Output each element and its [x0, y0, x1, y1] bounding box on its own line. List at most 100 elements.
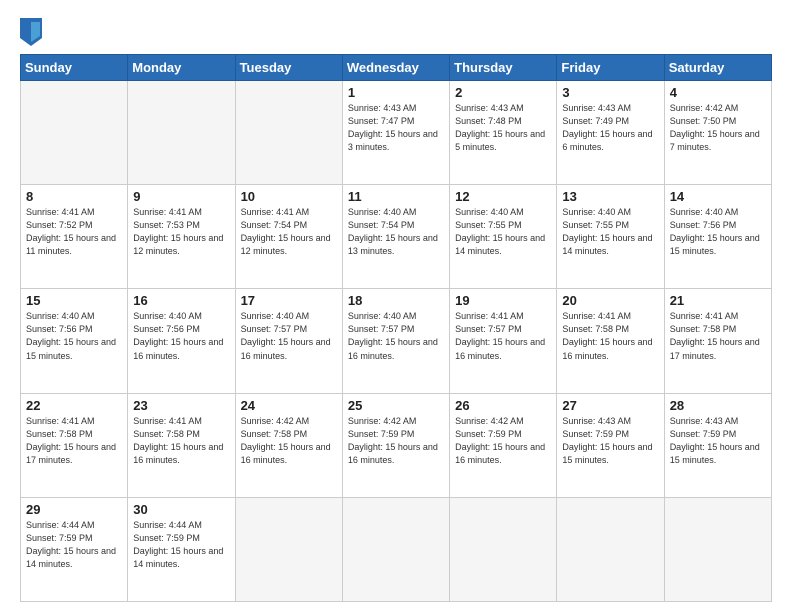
calendar-cell: 8 Sunrise: 4:41 AMSunset: 7:52 PMDaylight…: [21, 185, 128, 289]
day-number: 10: [241, 189, 337, 204]
calendar-cell: [21, 81, 128, 185]
calendar-header-friday: Friday: [557, 55, 664, 81]
day-info: Sunrise: 4:40 AMSunset: 7:56 PMDaylight:…: [26, 310, 122, 362]
day-number: 17: [241, 293, 337, 308]
calendar-cell: 19 Sunrise: 4:41 AMSunset: 7:57 PMDayligh…: [450, 289, 557, 393]
day-info: Sunrise: 4:41 AMSunset: 7:53 PMDaylight:…: [133, 206, 229, 258]
calendar-header-tuesday: Tuesday: [235, 55, 342, 81]
day-number: 25: [348, 398, 444, 413]
calendar-cell: 2 Sunrise: 4:43 AMSunset: 7:48 PMDaylight…: [450, 81, 557, 185]
calendar-cell: 1 Sunrise: 4:43 AMSunset: 7:47 PMDaylight…: [342, 81, 449, 185]
day-info: Sunrise: 4:42 AMSunset: 7:50 PMDaylight:…: [670, 102, 766, 154]
day-info: Sunrise: 4:43 AMSunset: 7:49 PMDaylight:…: [562, 102, 658, 154]
calendar-header-thursday: Thursday: [450, 55, 557, 81]
day-info: Sunrise: 4:44 AMSunset: 7:59 PMDaylight:…: [133, 519, 229, 571]
day-number: 9: [133, 189, 229, 204]
day-info: Sunrise: 4:40 AMSunset: 7:57 PMDaylight:…: [348, 310, 444, 362]
calendar-cell: 13 Sunrise: 4:40 AMSunset: 7:55 PMDayligh…: [557, 185, 664, 289]
calendar-cell: 24 Sunrise: 4:42 AMSunset: 7:58 PMDayligh…: [235, 393, 342, 497]
day-number: 14: [670, 189, 766, 204]
day-number: 23: [133, 398, 229, 413]
day-info: Sunrise: 4:41 AMSunset: 7:58 PMDaylight:…: [562, 310, 658, 362]
day-number: 30: [133, 502, 229, 517]
day-number: 15: [26, 293, 122, 308]
day-number: 21: [670, 293, 766, 308]
calendar-cell: 4 Sunrise: 4:42 AMSunset: 7:50 PMDaylight…: [664, 81, 771, 185]
day-number: 8: [26, 189, 122, 204]
calendar-cell: [450, 497, 557, 601]
calendar-week-0: 1 Sunrise: 4:43 AMSunset: 7:47 PMDaylight…: [21, 81, 772, 185]
day-info: Sunrise: 4:40 AMSunset: 7:57 PMDaylight:…: [241, 310, 337, 362]
header: [20, 18, 772, 46]
calendar-header-sunday: Sunday: [21, 55, 128, 81]
calendar-cell: [342, 497, 449, 601]
day-number: 3: [562, 85, 658, 100]
calendar-cell: 14 Sunrise: 4:40 AMSunset: 7:56 PMDayligh…: [664, 185, 771, 289]
calendar-cell: 29 Sunrise: 4:44 AMSunset: 7:59 PMDayligh…: [21, 497, 128, 601]
day-info: Sunrise: 4:42 AMSunset: 7:59 PMDaylight:…: [348, 415, 444, 467]
day-number: 22: [26, 398, 122, 413]
calendar-cell: 15 Sunrise: 4:40 AMSunset: 7:56 PMDayligh…: [21, 289, 128, 393]
calendar-cell: 9 Sunrise: 4:41 AMSunset: 7:53 PMDaylight…: [128, 185, 235, 289]
calendar-cell: [235, 497, 342, 601]
day-info: Sunrise: 4:40 AMSunset: 7:55 PMDaylight:…: [455, 206, 551, 258]
day-info: Sunrise: 4:40 AMSunset: 7:56 PMDaylight:…: [670, 206, 766, 258]
calendar-cell: 18 Sunrise: 4:40 AMSunset: 7:57 PMDayligh…: [342, 289, 449, 393]
calendar-cell: [128, 81, 235, 185]
day-number: 20: [562, 293, 658, 308]
day-info: Sunrise: 4:40 AMSunset: 7:54 PMDaylight:…: [348, 206, 444, 258]
calendar-cell: 21Sunrise: 4:41 AMSunset: 7:58 PMDayligh…: [664, 289, 771, 393]
calendar-cell: 11 Sunrise: 4:40 AMSunset: 7:54 PMDayligh…: [342, 185, 449, 289]
day-number: 28: [670, 398, 766, 413]
calendar-cell: 16 Sunrise: 4:40 AMSunset: 7:56 PMDayligh…: [128, 289, 235, 393]
day-info: Sunrise: 4:41 AMSunset: 7:57 PMDaylight:…: [455, 310, 551, 362]
logo: [20, 18, 46, 46]
calendar-cell: 12 Sunrise: 4:40 AMSunset: 7:55 PMDayligh…: [450, 185, 557, 289]
calendar-cell: [235, 81, 342, 185]
calendar-cell: 26Sunrise: 4:42 AMSunset: 7:59 PMDayligh…: [450, 393, 557, 497]
day-number: 29: [26, 502, 122, 517]
day-number: 19: [455, 293, 551, 308]
day-number: 11: [348, 189, 444, 204]
calendar-cell: 30 Sunrise: 4:44 AMSunset: 7:59 PMDayligh…: [128, 497, 235, 601]
calendar-cell: 10Sunrise: 4:41 AMSunset: 7:54 PMDayligh…: [235, 185, 342, 289]
day-number: 1: [348, 85, 444, 100]
day-info: Sunrise: 4:40 AMSunset: 7:55 PMDaylight:…: [562, 206, 658, 258]
day-info: Sunrise: 4:44 AMSunset: 7:59 PMDaylight:…: [26, 519, 122, 571]
calendar-cell: 27 Sunrise: 4:43 AMSunset: 7:59 PMDayligh…: [557, 393, 664, 497]
page: SundayMondayTuesdayWednesdayThursdayFrid…: [0, 0, 792, 612]
day-number: 4: [670, 85, 766, 100]
day-number: 24: [241, 398, 337, 413]
day-number: 13: [562, 189, 658, 204]
calendar-cell: 25 Sunrise: 4:42 AMSunset: 7:59 PMDayligh…: [342, 393, 449, 497]
day-info: Sunrise: 4:41 AMSunset: 7:52 PMDaylight:…: [26, 206, 122, 258]
header-row: SundayMondayTuesdayWednesdayThursdayFrid…: [21, 55, 772, 81]
logo-icon: [20, 18, 42, 46]
day-info: Sunrise: 4:42 AMSunset: 7:58 PMDaylight:…: [241, 415, 337, 467]
calendar-table: SundayMondayTuesdayWednesdayThursdayFrid…: [20, 54, 772, 602]
calendar-header-saturday: Saturday: [664, 55, 771, 81]
day-info: Sunrise: 4:43 AMSunset: 7:47 PMDaylight:…: [348, 102, 444, 154]
day-info: Sunrise: 4:42 AMSunset: 7:59 PMDaylight:…: [455, 415, 551, 467]
calendar-cell: [664, 497, 771, 601]
calendar-cell: 23Sunrise: 4:41 AMSunset: 7:58 PMDayligh…: [128, 393, 235, 497]
calendar-body: 1 Sunrise: 4:43 AMSunset: 7:47 PMDaylight…: [21, 81, 772, 602]
calendar-week-4: 29 Sunrise: 4:44 AMSunset: 7:59 PMDayligh…: [21, 497, 772, 601]
day-info: Sunrise: 4:40 AMSunset: 7:56 PMDaylight:…: [133, 310, 229, 362]
calendar-cell: [557, 497, 664, 601]
calendar-cell: 20 Sunrise: 4:41 AMSunset: 7:58 PMDayligh…: [557, 289, 664, 393]
calendar-header: SundayMondayTuesdayWednesdayThursdayFrid…: [21, 55, 772, 81]
day-number: 27: [562, 398, 658, 413]
day-info: Sunrise: 4:43 AMSunset: 7:48 PMDaylight:…: [455, 102, 551, 154]
calendar-header-monday: Monday: [128, 55, 235, 81]
day-number: 2: [455, 85, 551, 100]
day-number: 18: [348, 293, 444, 308]
day-info: Sunrise: 4:43 AMSunset: 7:59 PMDaylight:…: [562, 415, 658, 467]
calendar-cell: 17 Sunrise: 4:40 AMSunset: 7:57 PMDayligh…: [235, 289, 342, 393]
calendar-week-2: 15 Sunrise: 4:40 AMSunset: 7:56 PMDayligh…: [21, 289, 772, 393]
calendar-week-3: 22Sunrise: 4:41 AMSunset: 7:58 PMDayligh…: [21, 393, 772, 497]
day-info: Sunrise: 4:43 AMSunset: 7:59 PMDaylight:…: [670, 415, 766, 467]
day-number: 12: [455, 189, 551, 204]
calendar-header-wednesday: Wednesday: [342, 55, 449, 81]
day-number: 16: [133, 293, 229, 308]
